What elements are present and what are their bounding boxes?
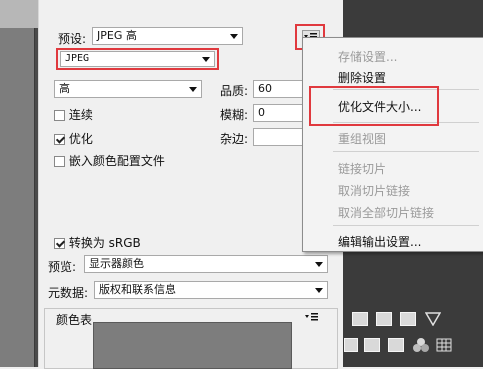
color-table-grid (93, 322, 292, 369)
color-table-menu-button[interactable] (304, 311, 320, 321)
embed-profile-option[interactable]: 嵌入颜色配置文件 (54, 152, 165, 169)
tool-icon-7[interactable] (388, 338, 404, 352)
circles-icon[interactable] (412, 337, 430, 356)
panel-flyout-menu: 存储设置... 删除设置 优化文件大小... 重组视图 链接切片 取消切片链接 … (302, 37, 483, 252)
quality-input[interactable]: 60 (253, 80, 303, 98)
blur-input[interactable]: 0 (253, 104, 303, 122)
progressive-option[interactable]: 连续 (54, 106, 93, 123)
preset-select[interactable]: JPEG 高 (92, 27, 243, 45)
menu-item-unlink-all-slices[interactable]: 取消全部切片链接 (338, 204, 434, 221)
chevron-down-icon (189, 87, 197, 92)
optimize-file-size-highlight (309, 86, 439, 126)
color-table-label: 颜色表 (56, 313, 93, 327)
grid-icon[interactable] (436, 338, 452, 355)
menu-item-edit-output-settings[interactable]: 编辑输出设置... (338, 233, 421, 250)
preview-select[interactable]: 显示器颜色 (84, 255, 328, 273)
menu-separator (333, 225, 479, 226)
menu-item-unlink-slices[interactable]: 取消切片链接 (338, 182, 410, 199)
tool-icon-6[interactable] (364, 338, 380, 352)
triangle-icon[interactable] (424, 312, 442, 329)
format-select[interactable]: JPEG (60, 51, 215, 67)
quality-preset-value: 高 (59, 82, 70, 95)
chevron-down-icon (315, 288, 323, 293)
quality-value: 60 (258, 82, 272, 95)
preset-value: JPEG 高 (97, 29, 137, 42)
tool-icon-2[interactable] (376, 312, 392, 326)
preview-value: 显示器颜色 (89, 257, 144, 270)
metadata-value: 版权和联系信息 (99, 283, 176, 296)
tool-icon-1[interactable] (352, 312, 368, 326)
panel-menu-icon (305, 313, 318, 321)
canvas-top-strip (0, 0, 38, 28)
blur-label: 模糊: (220, 108, 249, 122)
metadata-select[interactable]: 版权和联系信息 (94, 281, 328, 299)
preset-label: 预设: (58, 32, 87, 46)
convert-srgb-label: 转换为 sRGB (68, 236, 141, 250)
optimized-checkbox[interactable] (54, 134, 65, 145)
convert-srgb-checkbox[interactable] (54, 238, 65, 249)
menu-item-save-settings[interactable]: 存储设置... (338, 48, 397, 65)
menu-separator (333, 151, 479, 152)
menu-item-delete-settings[interactable]: 删除设置 (338, 69, 386, 86)
convert-srgb-option[interactable]: 转换为 sRGB (54, 234, 141, 251)
matte-select[interactable] (253, 128, 303, 146)
blur-value: 0 (258, 106, 265, 119)
progressive-checkbox[interactable] (54, 110, 65, 121)
quality-preset-select[interactable]: 高 (54, 80, 202, 98)
metadata-label: 元数据: (48, 286, 89, 300)
optimized-label: 优化 (68, 132, 93, 146)
matte-label: 杂边: (220, 132, 249, 146)
embed-profile-label: 嵌入颜色配置文件 (68, 154, 165, 168)
chevron-down-icon (202, 57, 210, 62)
image-preview (0, 28, 35, 367)
progressive-label: 连续 (68, 108, 93, 122)
embed-profile-checkbox[interactable] (54, 156, 65, 167)
menu-item-repopulate-views[interactable]: 重组视图 (338, 130, 386, 147)
tool-icon-5[interactable] (344, 338, 358, 352)
tool-icon-3[interactable] (400, 312, 416, 326)
preview-label: 预览: (48, 260, 77, 274)
format-value: JPEG (65, 53, 90, 64)
quality-label: 品质: (220, 84, 249, 98)
chevron-down-icon (230, 34, 238, 39)
optimized-option[interactable]: 优化 (54, 130, 93, 147)
chevron-down-icon (315, 262, 323, 267)
menu-item-link-slices[interactable]: 链接切片 (338, 160, 386, 177)
